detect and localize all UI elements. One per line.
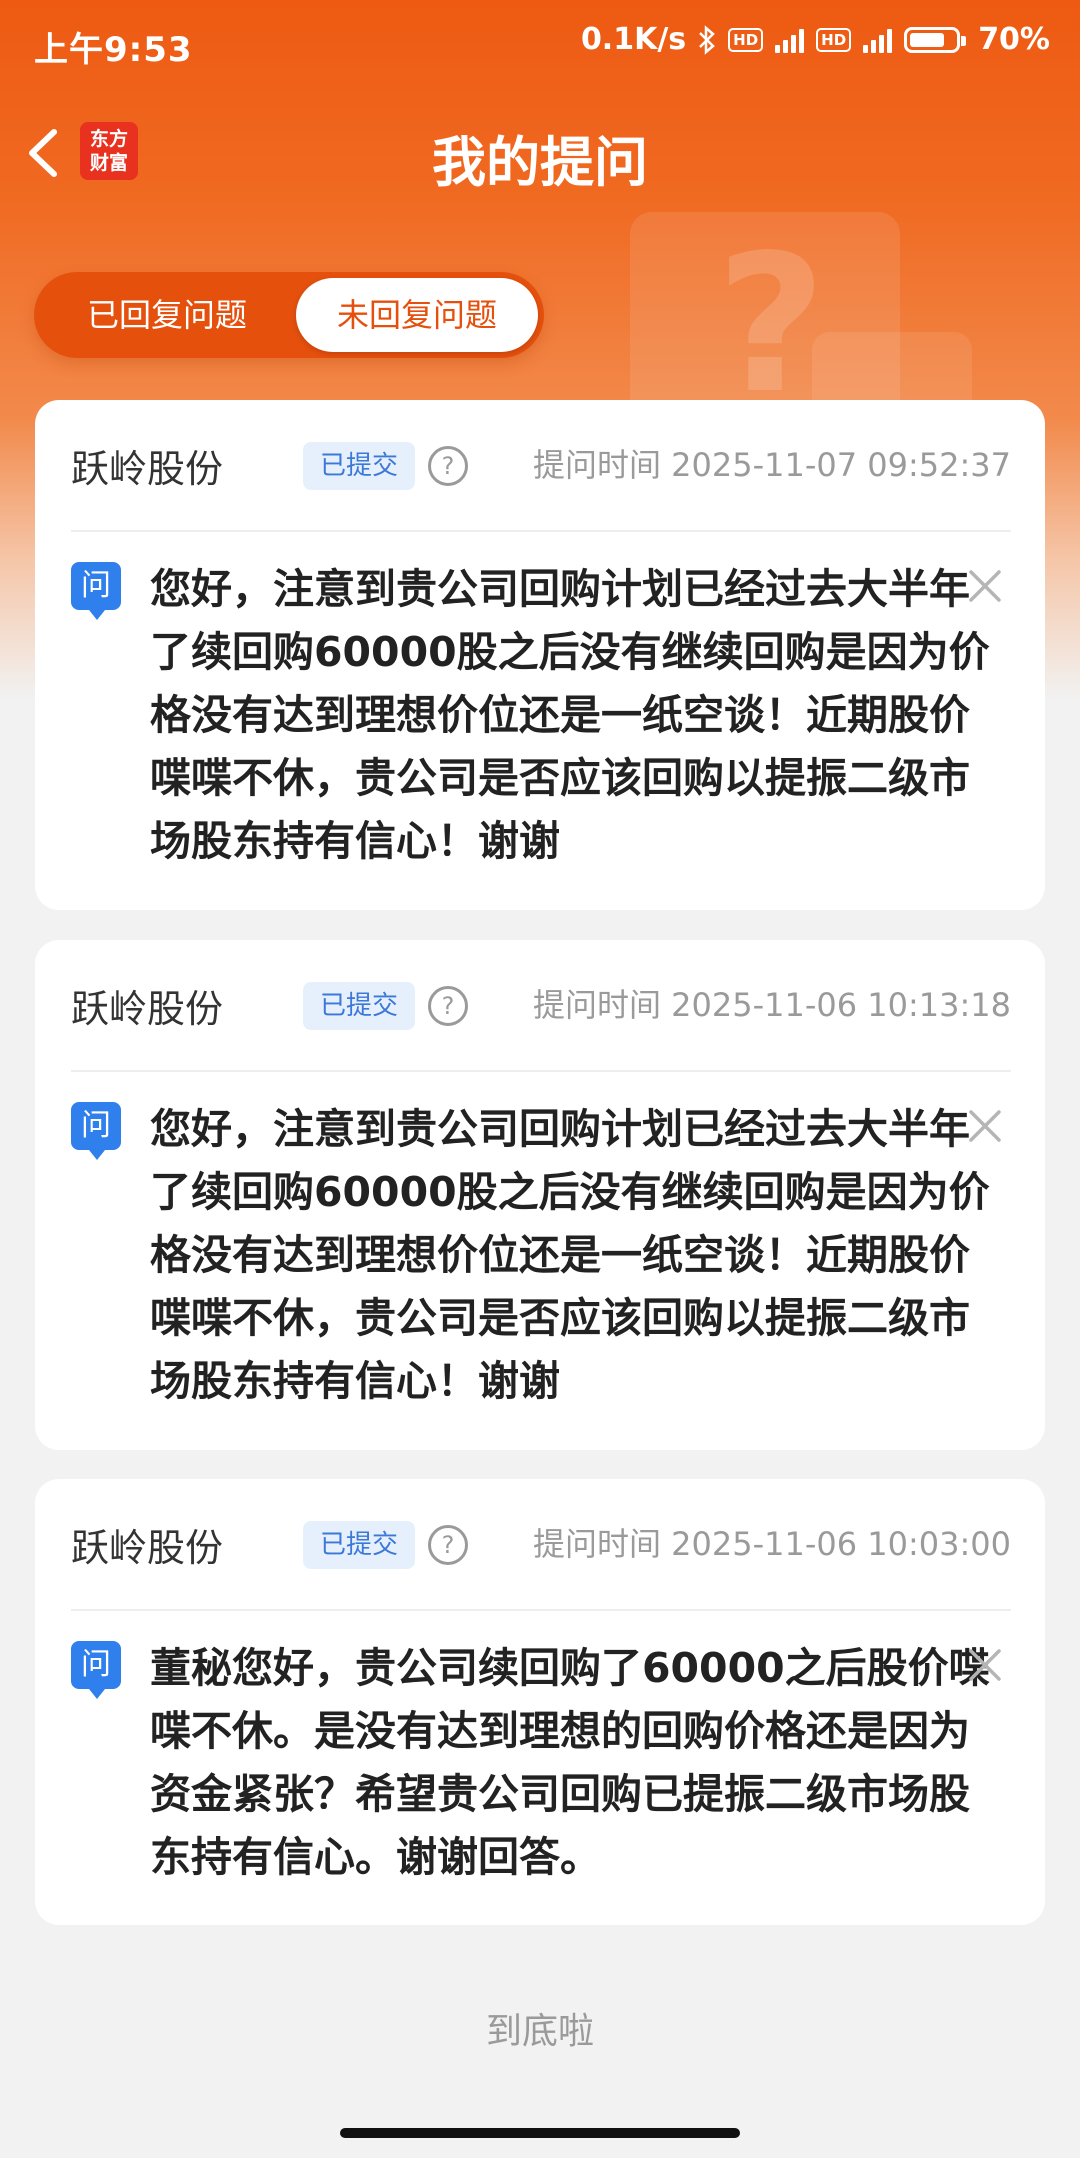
question-time: 提问时间 2025-11-07 09:52:37 <box>532 446 1011 484</box>
bluetooth-icon <box>699 24 715 55</box>
question-icon: 问 <box>71 1641 121 1699</box>
status-time: 上午9:53 <box>34 30 193 70</box>
close-icon[interactable] <box>965 566 1005 606</box>
hd-icon: HD <box>728 27 764 52</box>
page-title: 我的提问 <box>432 131 648 194</box>
signal-4g-icon <box>863 27 893 53</box>
question-text: 您好，注意到贵公司回购计划已经过去大半年了续回购60000股之后没有继续回购是因… <box>150 565 990 865</box>
divider <box>71 530 1011 532</box>
question-card[interactable]: 跃岭股份 已提交 ? 提问时间 2025-11-07 09:52:37 问 您好… <box>35 400 1045 910</box>
divider <box>71 1070 1011 1072</box>
home-indicator[interactable] <box>340 2128 740 2138</box>
close-icon[interactable] <box>965 1645 1005 1685</box>
question-card[interactable]: 跃岭股份 已提交 ? 提问时间 2025-11-06 10:13:18 问 您好… <box>35 940 1045 1450</box>
tab-unreplied[interactable]: 未回复问题 <box>296 278 538 352</box>
question-text: 您好，注意到贵公司回购计划已经过去大半年了续回购60000股之后没有继续回购是因… <box>150 1105 990 1405</box>
end-of-list-text: 到底啦 <box>485 2011 594 2052</box>
signal-4g-icon <box>775 27 805 53</box>
tab-switcher: 已回复问题 未回复问题 <box>34 272 544 358</box>
divider <box>71 1609 1011 1611</box>
help-icon[interactable]: ? <box>428 446 468 486</box>
net-speed: 0.1K/s <box>580 22 687 57</box>
battery-percent: 70% <box>978 22 1050 57</box>
tab-replied[interactable]: 已回复问题 <box>42 278 292 352</box>
company-name[interactable]: 跃岭股份 <box>71 978 223 1033</box>
battery-icon <box>904 26 967 53</box>
status-badge: 已提交 <box>303 982 415 1030</box>
status-bar: 上午9:53 0.1K/s HD HD 70% <box>0 0 1080 90</box>
status-badge: 已提交 <box>303 442 415 490</box>
help-icon[interactable]: ? <box>428 1525 468 1565</box>
status-badge: 已提交 <box>303 1521 415 1569</box>
question-icon: 问 <box>71 562 121 620</box>
company-name[interactable]: 跃岭股份 <box>71 438 223 493</box>
hd-icon: HD <box>816 27 852 52</box>
help-icon[interactable]: ? <box>428 986 468 1026</box>
question-time: 提问时间 2025-11-06 10:13:18 <box>532 986 1011 1024</box>
close-icon[interactable] <box>965 1106 1005 1146</box>
question-time: 提问时间 2025-11-06 10:03:00 <box>532 1525 1011 1563</box>
question-card[interactable]: 跃岭股份 已提交 ? 提问时间 2025-11-06 10:03:00 问 董秘… <box>35 1479 1045 1925</box>
question-icon: 问 <box>71 1102 121 1160</box>
company-name[interactable]: 跃岭股份 <box>71 1517 223 1572</box>
question-text: 董秘您好，贵公司续回购了60000之后股价喋喋不休。是没有达到理想的回购价格还是… <box>150 1644 990 1881</box>
